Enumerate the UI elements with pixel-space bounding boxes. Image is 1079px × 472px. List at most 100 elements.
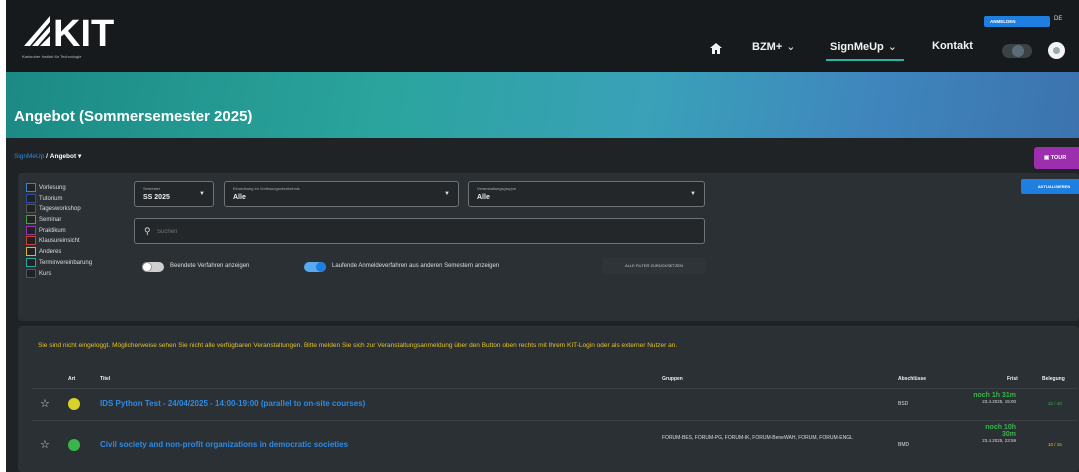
home-icon: [710, 43, 722, 54]
chevron-down-icon: ⌄: [786, 41, 796, 53]
breadcrumb-root[interactable]: SignMeUp: [14, 153, 44, 160]
type-label: Terminvereinbarung: [39, 259, 93, 266]
event-title-link[interactable]: IDS Python Test - 24/04/2025 - 14:00-19:…: [100, 399, 365, 408]
dropdown-arrow-icon: ▼: [690, 191, 696, 197]
type-filter-vorlesung[interactable]: Vorlesung: [26, 183, 92, 194]
nav-bzm[interactable]: BZM+ ⌄: [752, 40, 795, 60]
kit-logo[interactable]: KIT Karlsruher Institut für Technologie: [20, 12, 150, 64]
type-filter-terminvereinbarung[interactable]: Terminvereinbarung: [26, 257, 93, 269]
switch-running-label: Laufende Anmeldeverfahren aus anderen Se…: [332, 263, 500, 269]
gruppe-select-label: Veranstaltungsgruppe: [477, 186, 516, 191]
frist-date: 23.4.2025, 23:59: [982, 438, 1016, 443]
semester-select[interactable]: Semester SS 2025 ▼: [134, 181, 214, 207]
gruppe-select[interactable]: Veranstaltungsgruppe Alle ▼: [468, 181, 705, 207]
dropdown-arrow-icon: ▼: [199, 191, 205, 197]
event-type-dot: [68, 398, 80, 410]
search-field[interactable]: ⚲: [134, 218, 705, 244]
einordnung-select-value: Alle: [233, 194, 246, 201]
user-avatar[interactable]: [1048, 42, 1065, 59]
star-icon[interactable]: ☆: [40, 438, 50, 451]
event-frist: noch 1h 31m 23.4.2025, 15:00: [938, 392, 1016, 404]
kit-logo-graphic: KIT: [24, 13, 114, 55]
top-bar: KIT Karlsruher Institut für Technologie …: [6, 0, 1079, 72]
dropdown-arrow-icon: ▼: [444, 191, 450, 197]
type-label: Vorlesung: [39, 185, 66, 192]
reset-filters-button[interactable]: ALLE FILTER ZURÜCKSETZEN: [602, 258, 706, 274]
active-nav-underline: [826, 59, 904, 61]
page-banner: Angebot (Sommersemester 2025): [6, 72, 1079, 138]
gruppe-select-value: Alle: [477, 194, 490, 201]
nav-home[interactable]: [710, 40, 722, 60]
page-title: Angebot (Sommersemester 2025): [14, 108, 253, 125]
nav-signmeup-label: SignMeUp: [830, 41, 884, 53]
type-filter-praktikum[interactable]: Praktikum: [26, 225, 92, 237]
col-header-gruppen[interactable]: Gruppen: [662, 376, 683, 382]
update-button[interactable]: AKTUALISIEREN: [1021, 179, 1079, 194]
col-header-frist[interactable]: Frist: [1007, 376, 1018, 382]
type-filter-anderes[interactable]: Anderes: [26, 247, 92, 258]
tour-label: TOUR: [1050, 155, 1067, 161]
breadcrumb: SignMeUp / Angebot ▾: [14, 152, 81, 160]
switch-finished[interactable]: [142, 262, 164, 272]
row-divider: [32, 388, 1077, 389]
filter-panel: Vorlesung Tutorium Tagesworkshop Seminar…: [18, 173, 1079, 321]
col-header-belegung[interactable]: Belegung: [1042, 376, 1065, 382]
type-filter-kurs[interactable]: Kurs: [26, 268, 92, 280]
type-checkbox[interactable]: [26, 193, 36, 203]
login-notice: Sie sind nicht eingeloggt. Möglicherweis…: [38, 342, 678, 349]
chevron-down-icon[interactable]: ▾: [78, 153, 81, 160]
type-checkbox[interactable]: [26, 204, 36, 214]
col-header-abschluss[interactable]: Abschlüsse: [898, 376, 926, 382]
type-label: Praktikum: [39, 227, 66, 234]
event-type-legend: Vorlesung Tutorium Tagesworkshop Seminar…: [26, 183, 92, 279]
type-checkbox[interactable]: [26, 236, 36, 246]
event-type-dot: [68, 439, 80, 451]
nav-kontakt-label: Kontakt: [932, 40, 973, 52]
frist-date: 23.4.2025, 15:00: [982, 399, 1016, 404]
tour-button[interactable]: ▣ TOUR: [1034, 147, 1079, 169]
frist-remaining: noch 1h 31m: [973, 392, 1016, 399]
type-label: Tagesworkshop: [39, 206, 81, 213]
dark-mode-toggle[interactable]: [1002, 44, 1032, 58]
tour-icon: ▣: [1044, 155, 1051, 161]
language-switch[interactable]: DE: [1054, 16, 1062, 22]
moon-icon: [1012, 45, 1024, 57]
einordnung-select-label: Einordnung im Vorlesungsverzeichnis: [233, 186, 300, 191]
event-title-link[interactable]: Civil society and non-profit organizatio…: [100, 440, 348, 449]
col-header-titel[interactable]: Titel: [100, 376, 110, 382]
event-abschluss: BMD: [898, 442, 910, 448]
type-label: Kurs: [39, 270, 52, 277]
type-checkbox[interactable]: [26, 215, 36, 225]
col-header-art[interactable]: Art: [68, 376, 75, 382]
semester-select-label: Semester: [143, 186, 161, 191]
logo-subtitle: Karlsruher Institut für Technologie: [22, 54, 82, 59]
einordnung-select[interactable]: Einordnung im Vorlesungsverzeichnis Alle…: [224, 181, 459, 207]
event-belegung: 32 / 40: [1048, 401, 1062, 406]
switch-running[interactable]: [304, 262, 326, 272]
frist-remaining-2: 30m: [1001, 431, 1016, 438]
type-filter-tagesworkshop[interactable]: Tagesworkshop: [26, 204, 92, 215]
type-checkbox[interactable]: [26, 268, 36, 278]
nav-kontakt[interactable]: Kontakt: [932, 40, 973, 60]
type-checkbox[interactable]: [26, 183, 36, 192]
semester-select-value: SS 2025: [143, 194, 170, 201]
type-checkbox[interactable]: [26, 247, 36, 257]
type-label: Tutorium: [39, 195, 63, 202]
search-input[interactable]: [157, 225, 687, 239]
switch-knob: [142, 262, 152, 272]
results-panel: Sie sind nicht eingeloggt. Möglicherweis…: [18, 326, 1079, 472]
type-filter-klausureinsicht[interactable]: Klausureinsicht: [26, 236, 92, 247]
type-filter-seminar[interactable]: Seminar: [26, 215, 92, 226]
chevron-down-icon: ⌄: [887, 41, 897, 53]
star-icon[interactable]: ☆: [40, 397, 50, 410]
breadcrumb-current[interactable]: Angebot: [50, 153, 76, 160]
type-filter-tutorium[interactable]: Tutorium: [26, 193, 92, 205]
type-checkbox[interactable]: [26, 225, 36, 235]
login-button[interactable]: ANMELDEN: [984, 16, 1050, 27]
nav-bzm-label: BZM+: [752, 41, 783, 53]
type-checkbox[interactable]: [26, 257, 36, 267]
event-belegung: 10 / 15: [1048, 442, 1062, 447]
event-abschluss: BSD: [898, 401, 909, 407]
nav-signmeup[interactable]: SignMeUp ⌄: [830, 40, 897, 60]
app-window: KIT Karlsruher Institut für Technologie …: [6, 0, 1079, 472]
